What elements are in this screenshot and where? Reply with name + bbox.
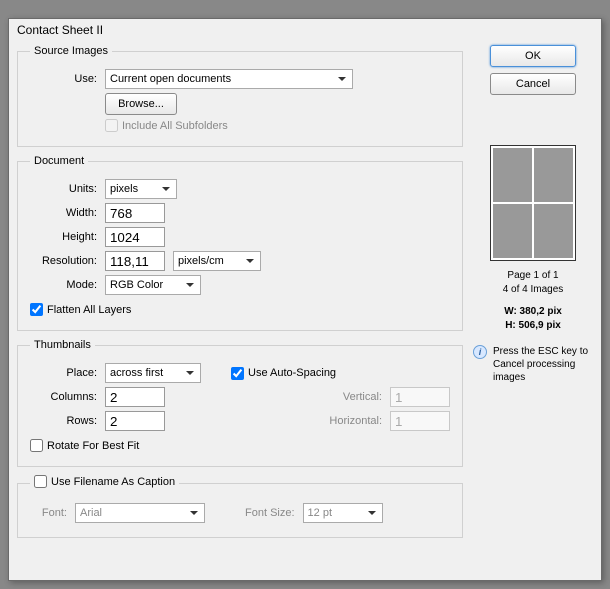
font-size-label: Font Size: — [245, 507, 303, 519]
auto-spacing-checkbox[interactable]: Use Auto-Spacing — [231, 367, 336, 380]
units-select[interactable]: pixels — [105, 179, 177, 199]
mode-select[interactable]: RGB Color — [105, 275, 201, 295]
columns-label: Columns: — [30, 391, 105, 403]
rows-input[interactable] — [105, 411, 165, 431]
preview-dimensions: W: 380,2 pix H: 506,9 pix — [504, 305, 562, 333]
vertical-input — [390, 387, 450, 407]
font-size-select: 12 pt — [303, 503, 383, 523]
resolution-label: Resolution: — [30, 255, 105, 267]
contact-sheet-dialog: Contact Sheet II Source Images Use: Curr… — [8, 18, 602, 581]
height-input[interactable] — [105, 227, 165, 247]
info-tip: i Press the ESC key to Cancel processing… — [473, 345, 593, 384]
place-select[interactable]: across first — [105, 363, 201, 383]
source-legend: Source Images — [30, 45, 112, 57]
units-label: Units: — [30, 183, 105, 195]
document-legend: Document — [30, 155, 88, 167]
ok-button[interactable]: OK — [490, 45, 576, 67]
use-filename-caption-checkbox[interactable]: Use Filename As Caption — [30, 475, 179, 488]
use-label: Use: — [30, 73, 105, 85]
thumbnails-group: Thumbnails Place: across first Use Auto-… — [17, 339, 463, 467]
mode-label: Mode: — [30, 279, 105, 291]
font-select: Arial — [75, 503, 205, 523]
include-subfolders-checkbox: Include All Subfolders — [105, 119, 228, 132]
resolution-unit-select[interactable]: pixels/cm — [173, 251, 261, 271]
use-select[interactable]: Current open documents — [105, 69, 353, 89]
height-label: Height: — [30, 231, 105, 243]
width-input[interactable] — [105, 203, 165, 223]
horizontal-label: Horizontal: — [322, 415, 390, 427]
flatten-checkbox[interactable]: Flatten All Layers — [30, 303, 131, 316]
place-label: Place: — [30, 367, 105, 379]
document-group: Document Units: pixels Width: Height: Re… — [17, 155, 463, 331]
cancel-button[interactable]: Cancel — [490, 73, 576, 95]
dialog-title: Contact Sheet II — [9, 19, 601, 41]
resolution-input[interactable] — [105, 251, 165, 271]
rows-label: Rows: — [30, 415, 105, 427]
horizontal-input — [390, 411, 450, 431]
info-icon: i — [473, 345, 487, 359]
vertical-label: Vertical: — [322, 391, 390, 403]
preview-page-text: Page 1 of 1 4 of 4 Images — [503, 269, 564, 297]
thumbnails-legend: Thumbnails — [30, 339, 95, 351]
layout-preview — [490, 145, 576, 261]
rotate-best-fit-checkbox[interactable]: Rotate For Best Fit — [30, 439, 139, 452]
columns-input[interactable] — [105, 387, 165, 407]
font-label: Font: — [30, 507, 75, 519]
browse-button[interactable]: Browse... — [105, 93, 177, 115]
source-images-group: Source Images Use: Current open document… — [17, 45, 463, 147]
caption-group: Use Filename As Caption Font: Arial Font… — [17, 475, 463, 538]
width-label: Width: — [30, 207, 105, 219]
